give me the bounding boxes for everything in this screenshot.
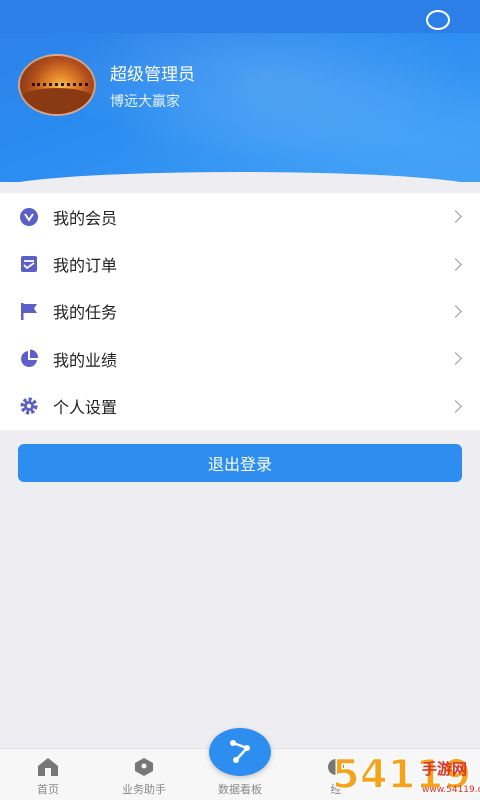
menu-label: 我的业绩 — [53, 352, 118, 370]
chevron-right-icon — [449, 352, 462, 366]
avatar-dune — [20, 87, 94, 114]
avatar[interactable] — [18, 54, 96, 116]
svg-text:www.54119.com: www.54119.com — [422, 785, 480, 795]
chevron-right-icon — [449, 399, 462, 413]
tab-label: 业务助手 — [122, 784, 166, 796]
menu-item-members[interactable]: 我的会员 — [0, 193, 480, 240]
menu-item-orders[interactable]: 我的订单 — [0, 240, 480, 287]
chevron-right-icon — [449, 305, 462, 318]
menu-label: 个人设置 — [53, 400, 118, 418]
menu-label: 我的任务 — [53, 305, 118, 323]
status-bar — [0, 0, 480, 33]
pie-chart-icon — [19, 349, 39, 369]
gear-icon — [19, 396, 39, 416]
tab-assistant[interactable]: 业务助手 — [96, 749, 192, 800]
avatar-camels — [32, 83, 88, 89]
menu-label: 我的订单 — [53, 258, 118, 276]
svg-text:手游网: 手游网 — [422, 760, 467, 778]
logout-button[interactable]: 退出登录 — [18, 444, 462, 482]
tab-label: 首页 — [37, 784, 59, 796]
tab-home[interactable]: 首页 — [0, 749, 96, 800]
watermark-logo: 54119 手游网 www.54119.com — [330, 744, 480, 800]
profile-menu: 我的会员 我的订单 我的任务 我的业绩 个人设置 — [0, 193, 480, 430]
menu-item-performance[interactable]: 我的业绩 — [0, 335, 480, 382]
status-circle-icon — [426, 10, 450, 30]
chevron-right-icon — [449, 257, 462, 271]
home-icon — [36, 757, 60, 777]
dashboard-center-button[interactable] — [209, 728, 271, 776]
flag-icon — [19, 301, 39, 321]
chevron-right-icon — [449, 210, 462, 224]
user-name: 超级管理员 — [110, 65, 195, 84]
tab-label: 数据看板 — [218, 784, 262, 796]
dashboard-icon — [230, 740, 250, 763]
menu-item-tasks[interactable]: 我的任务 — [0, 288, 480, 335]
user-subtitle: 博远大赢家 — [110, 93, 180, 109]
member-icon — [19, 207, 39, 227]
menu-label: 我的会员 — [53, 210, 118, 228]
tag-icon — [132, 757, 156, 777]
order-icon — [19, 254, 39, 274]
menu-item-settings[interactable]: 个人设置 — [0, 383, 480, 430]
